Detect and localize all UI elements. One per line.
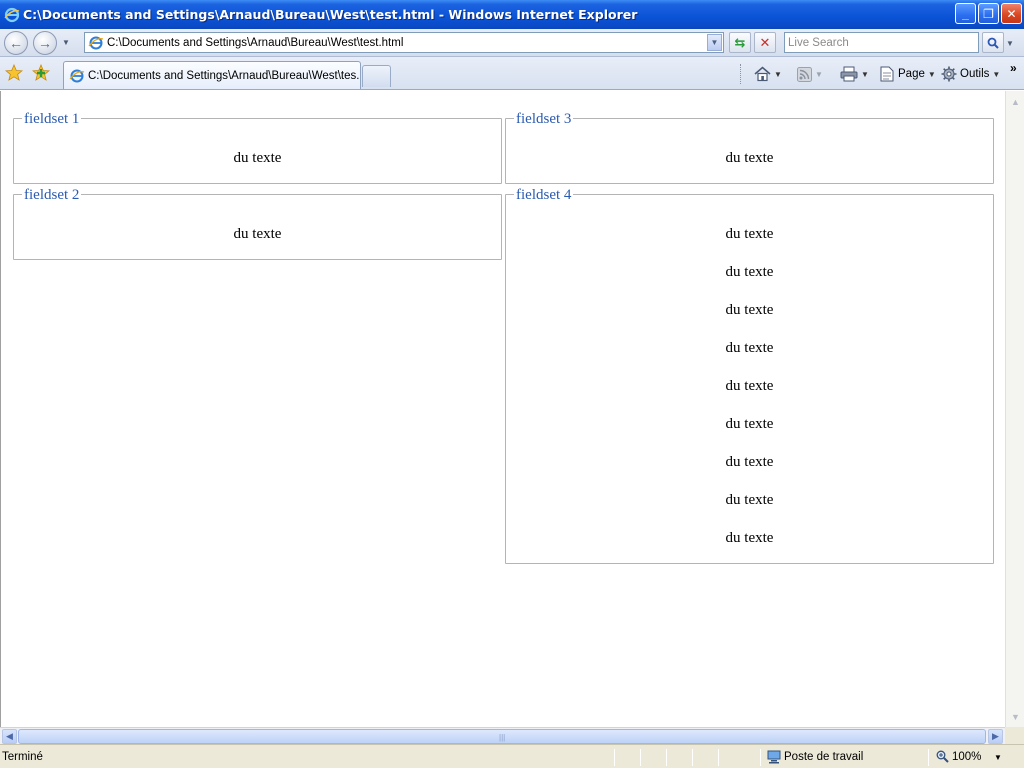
home-icon xyxy=(754,66,771,82)
home-button[interactable]: ▼ xyxy=(754,65,782,83)
status-separator xyxy=(666,749,667,766)
printer-icon xyxy=(840,66,858,82)
fieldset-text: du texte xyxy=(725,492,774,508)
horizontal-scroll-thumb[interactable]: ||| xyxy=(18,729,986,744)
navigation-bar: ← → ▼ C:\Documents and Settings\Arnaud\B… xyxy=(0,29,1024,57)
page-icon xyxy=(88,35,104,51)
window-title: C:\Documents and Settings\Arnaud\Bureau\… xyxy=(23,7,638,22)
status-separator xyxy=(718,749,719,766)
fieldset-text: du texte xyxy=(725,302,774,318)
computer-icon xyxy=(767,750,781,764)
search-icon xyxy=(987,37,999,49)
tab-bar: C:\Documents and Settings\Arnaud\Bureau\… xyxy=(0,57,1024,90)
fieldset-text: du texte xyxy=(725,340,774,356)
fieldset-3: fieldset 3 du texte xyxy=(505,110,994,184)
title-bar[interactable]: C:\Documents and Settings\Arnaud\Bureau\… xyxy=(0,0,1024,29)
minimize-button[interactable]: _ xyxy=(955,3,976,24)
page-icon xyxy=(69,68,85,84)
fieldset-legend: fieldset 1 xyxy=(22,110,82,128)
page-content: fieldset 1 du texte fieldset 2 du texte … xyxy=(0,91,1005,727)
status-separator xyxy=(640,749,641,766)
fieldset-text: du texte xyxy=(725,454,774,470)
fieldset-text: du texte xyxy=(725,416,774,432)
more-commands-icon[interactable]: » xyxy=(1010,61,1017,75)
status-separator xyxy=(692,749,693,766)
address-dropdown-icon[interactable]: ▼ xyxy=(707,34,722,51)
page-menu-label: Page xyxy=(898,68,925,80)
grip-icon: ||| xyxy=(499,733,506,742)
tools-menu[interactable]: Outils ▼ xyxy=(941,65,1000,83)
ie-icon xyxy=(4,7,20,23)
security-zone[interactable]: Poste de travail xyxy=(767,750,863,764)
scrollbar-corner xyxy=(1005,727,1024,744)
fieldset-text: du texte xyxy=(725,226,774,242)
zoom-level: 100% xyxy=(952,750,982,763)
scroll-right-icon[interactable]: ▶ xyxy=(988,729,1003,744)
fieldset-legend: fieldset 2 xyxy=(22,186,82,204)
fieldset-legend: fieldset 4 xyxy=(514,186,574,204)
print-button[interactable]: ▼ xyxy=(840,65,869,83)
fieldset-4: fieldset 4 du texte du texte du texte du… xyxy=(505,186,994,564)
fieldset-text: du texte xyxy=(233,226,282,242)
back-button[interactable]: ← xyxy=(4,31,28,55)
fieldset-2: fieldset 2 du texte xyxy=(13,186,502,260)
rss-icon xyxy=(797,66,812,82)
status-separator xyxy=(928,749,929,766)
fieldset-text: du texte xyxy=(725,530,774,546)
restore-button[interactable]: ❐ xyxy=(978,3,999,24)
fieldset-legend: fieldset 3 xyxy=(514,110,574,128)
vertical-scrollbar[interactable]: ▲ ▼ xyxy=(1005,91,1024,727)
search-options-icon[interactable]: ▼ xyxy=(1006,39,1014,48)
scroll-down-icon[interactable]: ▼ xyxy=(1008,709,1023,724)
page-menu[interactable]: Page ▼ xyxy=(879,65,936,83)
zoom-control[interactable]: 100% xyxy=(936,750,981,763)
status-separator xyxy=(614,749,615,766)
status-text: Terminé xyxy=(2,751,43,763)
page-icon xyxy=(880,66,894,82)
zoom-icon xyxy=(936,750,949,763)
address-input[interactable]: C:\Documents and Settings\Arnaud\Bureau\… xyxy=(107,37,403,49)
horizontal-scrollbar[interactable]: ◀ ||| ▶ xyxy=(0,727,1005,744)
refresh-button[interactable]: ⇆ xyxy=(729,32,751,53)
close-button[interactable]: ✕ xyxy=(1001,3,1022,24)
fieldset-text: du texte xyxy=(725,378,774,394)
scroll-up-icon[interactable]: ▲ xyxy=(1008,94,1023,109)
zoom-dropdown-icon[interactable]: ▼ xyxy=(994,753,1002,762)
feeds-button[interactable]: ▼ xyxy=(797,65,823,83)
status-bar: Terminé Poste de travail 100% ▼ xyxy=(0,744,1024,768)
history-dropdown-icon[interactable]: ▼ xyxy=(62,38,70,47)
address-bar[interactable]: C:\Documents and Settings\Arnaud\Bureau\… xyxy=(84,32,724,53)
fieldset-text: du texte xyxy=(725,150,774,166)
tab-label: C:\Documents and Settings\Arnaud\Bureau\… xyxy=(88,69,360,82)
new-tab-button[interactable] xyxy=(362,65,391,87)
gear-icon xyxy=(941,66,957,82)
favorites-star-icon[interactable] xyxy=(4,63,24,83)
search-input[interactable]: Live Search xyxy=(784,32,979,53)
scroll-left-icon[interactable]: ◀ xyxy=(2,729,17,744)
fieldset-text: du texte xyxy=(233,150,282,166)
tools-menu-label: Outils xyxy=(960,68,990,80)
forward-button[interactable]: → xyxy=(33,31,57,55)
add-favorite-icon[interactable] xyxy=(31,63,51,83)
fieldset-text: du texte xyxy=(725,264,774,280)
security-zone-label: Poste de travail xyxy=(784,751,864,763)
status-separator xyxy=(760,749,761,766)
fieldset-1: fieldset 1 du texte xyxy=(13,110,502,184)
toolbar-separator xyxy=(740,64,742,84)
search-button[interactable] xyxy=(982,32,1004,53)
tab-current-page[interactable]: C:\Documents and Settings\Arnaud\Bureau\… xyxy=(63,61,361,89)
stop-button[interactable]: ✕ xyxy=(754,32,776,53)
